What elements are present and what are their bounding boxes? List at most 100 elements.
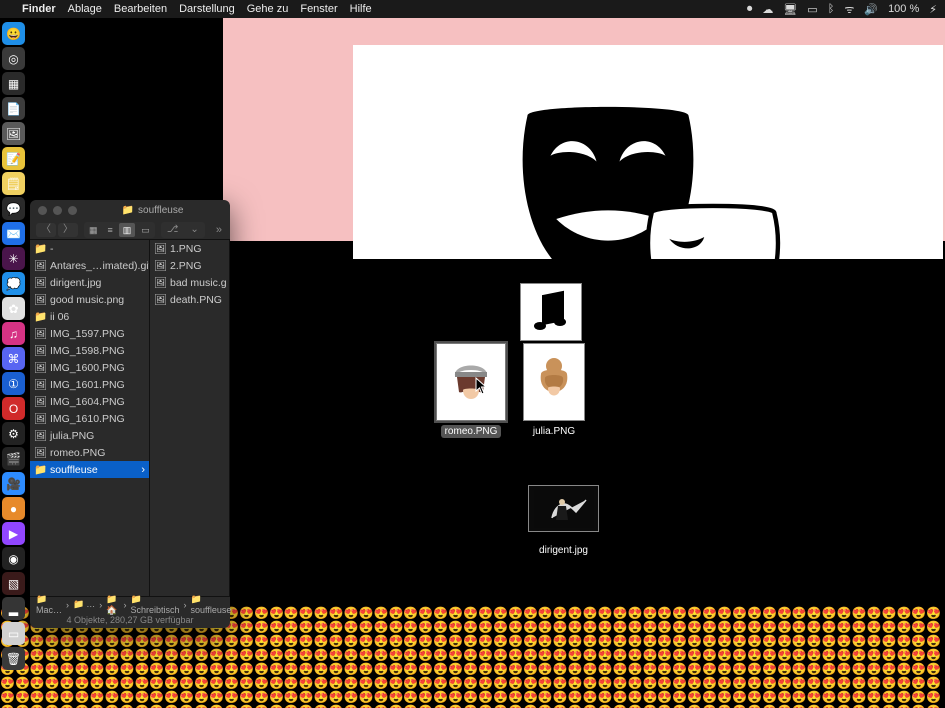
stage-item-julia[interactable]: julia.PNG [523,343,585,421]
dock-item-preview[interactable]: 🖼 [2,122,25,145]
file-row[interactable]: 🖼Antares_…imated).gif [30,257,149,274]
dock-item-discord[interactable]: ⌘ [2,347,25,370]
status-airplay-icon[interactable]: ▭ [807,3,817,16]
file-label: romeo.PNG [50,447,105,459]
back-button[interactable]: 〈 [36,223,56,237]
dock-item-app3[interactable]: ▦ [2,72,25,95]
status-tray-icon[interactable]: ☁︎ [762,3,773,16]
dock-item-video[interactable]: 🎬 [2,447,25,470]
image-file-icon: 🖼 [34,293,46,306]
file-row[interactable]: 🖼1.PNG [150,240,229,257]
dock-item-app25[interactable]: ▭ [2,622,25,645]
view-icon-grid[interactable]: ▦ [85,223,102,237]
dock-item-pattern[interactable]: ▧ [2,572,25,595]
file-row[interactable]: 🖼2.PNG [150,257,229,274]
dock-item-1password[interactable]: ① [2,372,25,395]
forward-button[interactable]: 〉 [58,223,78,237]
finder-titlebar[interactable]: 📁souffleuse [30,200,230,220]
view-columns[interactable]: ▥ [119,223,136,237]
stage-label-romeo: romeo.PNG [441,425,502,438]
finder-status-bar: 4 Objekte, 280,27 GB verfügbar [30,612,230,628]
menu-file[interactable]: Ablage [68,3,102,15]
image-file-icon: 🖼 [154,242,166,255]
file-label: good music.png [50,294,124,306]
finder-path-bar[interactable]: 📁Mac…›📁…›📁🏠›📁Schreibtisch›📁souffleuse [30,596,230,612]
zoom-icon[interactable] [68,206,77,215]
file-row[interactable]: 📁souffleuse [30,461,149,478]
finder-toolbar: 〈 〉 ▦ ≡ ▥ ▭ ⎇ ⌄ » [30,220,230,240]
menu-help[interactable]: Hilfe [350,3,372,15]
path-segment[interactable]: … [86,599,95,609]
stage-item-music[interactable] [520,283,582,341]
dock-item-zoom[interactable]: 🎥 [2,472,25,495]
file-row[interactable]: 🖼 julia.PNG [30,427,149,444]
menu-edit[interactable]: Bearbeiten [114,3,167,15]
view-switcher[interactable]: ▦ ≡ ▥ ▭ [84,222,155,238]
dock-item-mail[interactable]: ✉️ [2,222,25,245]
dock-item-app24[interactable]: ▂ [2,597,25,620]
view-gallery[interactable]: ▭ [137,223,154,237]
dock-item-opera[interactable]: O [2,397,25,420]
folder-icon: 📁 [130,594,141,604]
file-row[interactable]: 🖼 good music.png [30,291,149,308]
file-row[interactable]: 🖼IMG_1604.PNG [30,393,149,410]
toolbar-overflow-icon[interactable]: » [216,224,224,236]
menu-go[interactable]: Gehe zu [247,3,289,15]
file-row[interactable]: 📁- [30,240,149,257]
view-list[interactable]: ≡ [104,223,117,237]
folder-icon: 📁 [34,463,46,476]
menu-view[interactable]: Darstellung [179,3,235,15]
file-row[interactable]: 🖼IMG_1600.PNG [30,359,149,376]
dock-item-capture[interactable]: ● [2,497,25,520]
chevron-right-icon: › [123,600,126,610]
dock-item-photos[interactable]: ✿ [2,297,25,320]
status-bluetooth-icon[interactable]: ᛒ [828,3,835,15]
dock-item-trash[interactable]: 🗑 [2,647,25,670]
status-record-icon[interactable]: ⏺ [747,3,753,16]
battery-icon[interactable]: ⚡︎ [929,3,937,16]
dock-item-finder[interactable]: 😀 [2,22,25,45]
dock-item-safari[interactable]: ◎ [2,47,25,70]
minimize-icon[interactable] [53,206,62,215]
file-row[interactable]: 🖼death.PNG [150,291,229,308]
file-row[interactable]: 🖼romeo.PNG [30,444,149,461]
arrange-button[interactable]: ⎇ [162,223,184,237]
dock-item-slack[interactable]: ✳︎ [2,247,25,270]
finder-window[interactable]: 📁souffleuse 〈 〉 ▦ ≡ ▥ ▭ ⎇ ⌄ » 📁-🖼Antares… [30,200,230,628]
file-label: ii 06 [50,311,69,323]
arrange-chevron-icon[interactable]: ⌄ [185,223,203,237]
file-row[interactable]: 🖼dirigent.jpg [30,274,149,291]
dock-item-stickies[interactable]: 🗒 [2,172,25,195]
folder-icon: 📁 [73,599,84,609]
file-row[interactable]: 🖼IMG_1601.PNG [30,376,149,393]
dock-item-obs[interactable]: ◉ [2,547,25,570]
file-row[interactable]: 🖼IMG_1598.PNG [30,342,149,359]
status-wifi-icon[interactable]: ᯤ [844,2,854,17]
dock-item-audio[interactable]: ⚙︎ [2,422,25,445]
image-file-icon: 🖼 [154,293,166,306]
dock-item-chat[interactable]: 💭 [2,272,25,295]
file-row[interactable]: 🖼IMG_1597.PNG [30,325,149,342]
finder-column-1[interactable]: 🖼1.PNG🖼2.PNG🖼bad music.g🖼death.PNG [150,240,230,596]
status-volume-icon[interactable]: 🔊 [864,3,878,16]
file-row[interactable]: 📁ii 06 [30,308,149,325]
dock-item-notes[interactable]: 📝 [2,147,25,170]
stage-item-romeo[interactable]: romeo.PNG [436,343,506,421]
status-display-icon[interactable]: 🖥 [783,3,797,16]
stage-item-dirigent[interactable]: dirigent.jpg [528,485,599,558]
file-label: IMG_1600.PNG [50,362,125,374]
finder-column-0[interactable]: 📁-🖼Antares_…imated).gif🖼dirigent.jpg 🖼 goo… [30,240,150,596]
dock-item-messages[interactable]: 💬 [2,197,25,220]
dock-item-pages[interactable]: 📄 [2,97,25,120]
dock-item-itunes[interactable]: ♫ [2,322,25,345]
image-file-icon: 🖼 [34,429,46,442]
battery-percentage[interactable]: 100 % [888,3,919,15]
julia-avatar-icon [531,354,577,410]
close-icon[interactable] [38,206,47,215]
file-label: julia.PNG [50,430,94,442]
app-menu[interactable]: Finder [22,3,56,15]
file-row[interactable]: 🖼IMG_1610.PNG [30,410,149,427]
menu-window[interactable]: Fenster [300,3,337,15]
file-row[interactable]: 🖼bad music.g [150,274,229,291]
dock-item-twitch[interactable]: ▶ [2,522,25,545]
